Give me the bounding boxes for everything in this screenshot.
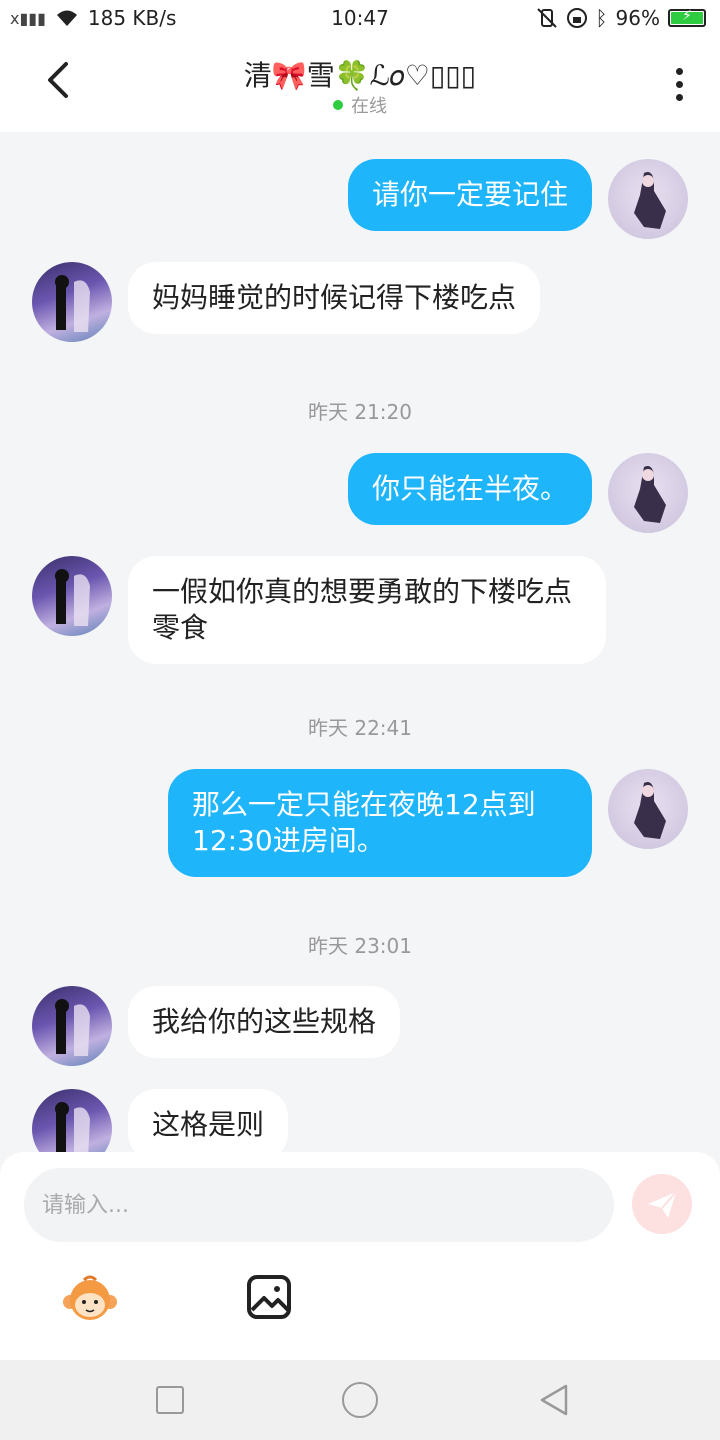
more-button[interactable] xyxy=(676,68,684,107)
image-icon xyxy=(247,1275,291,1319)
home-button[interactable] xyxy=(342,1382,378,1418)
contact-avatar[interactable] xyxy=(32,262,112,342)
chat-header: 清🎀雪🍀ℒ𝑜♡▯▯▯ 在线 xyxy=(0,36,720,132)
online-status: 在线 xyxy=(0,92,720,118)
navigation-bar xyxy=(0,1360,720,1440)
status-right: ᛒ 96% ⚡ xyxy=(536,6,706,30)
my-avatar[interactable] xyxy=(608,769,688,849)
battery-percent: 96% xyxy=(615,6,660,30)
input-bar xyxy=(0,1152,720,1360)
timestamp: 昨天 22:41 xyxy=(308,716,412,740)
triangle-back-icon xyxy=(540,1384,568,1416)
rotation-lock-icon xyxy=(566,8,587,28)
send-icon xyxy=(648,1191,677,1218)
contact-avatar[interactable] xyxy=(32,556,112,636)
emoji-button[interactable] xyxy=(62,1272,118,1328)
message-bubble[interactable]: 请你一定要记住 xyxy=(347,159,592,231)
recent-apps-button[interactable] xyxy=(156,1386,184,1414)
timestamp: 昨天 21:20 xyxy=(308,400,412,424)
contact-name: 清🎀雪🍀ℒ𝑜♡▯▯▯ xyxy=(243,59,477,92)
timestamp: 昨天 23:01 xyxy=(308,934,412,958)
message-bubble[interactable]: 这格是则 xyxy=(128,1089,289,1152)
message-bubble[interactable]: 我给你的这些规格 xyxy=(128,986,401,1058)
status-bar: x▮▮▮ 185 KB/s 10:47 ᛒ 96% ⚡ xyxy=(0,0,720,36)
message-bubble[interactable]: 妈妈睡觉的时候记得下楼吃点 xyxy=(128,262,541,334)
message-bubble[interactable]: 一假如你真的想要勇敢的下楼吃点零食 xyxy=(128,556,606,664)
send-button[interactable] xyxy=(632,1174,692,1234)
message-bubble[interactable]: 你只能在半夜。 xyxy=(347,453,592,525)
system-back-button[interactable] xyxy=(536,1382,572,1418)
online-label: 在线 xyxy=(351,96,387,117)
contact-avatar[interactable] xyxy=(32,1089,112,1152)
image-button[interactable] xyxy=(244,1272,294,1322)
vibrate-icon xyxy=(536,8,557,28)
my-avatar[interactable] xyxy=(608,159,688,239)
message-bubble[interactable]: 那么一定只能在夜晚12点到12:30进房间。 xyxy=(168,769,592,877)
more-icon xyxy=(676,68,683,75)
emoji-monkey-icon xyxy=(63,1275,117,1320)
contact-avatar[interactable] xyxy=(32,986,112,1066)
my-avatar[interactable] xyxy=(608,453,688,533)
message-input[interactable] xyxy=(24,1168,614,1242)
online-dot xyxy=(333,100,343,110)
battery-icon: ⚡ xyxy=(668,8,706,27)
bluetooth-icon: ᛒ xyxy=(595,6,608,30)
message-list[interactable]: 请你一定要记住 妈妈睡觉的时候记得下楼吃点 昨天 21:20 你只能在半夜。 一… xyxy=(0,132,720,1152)
